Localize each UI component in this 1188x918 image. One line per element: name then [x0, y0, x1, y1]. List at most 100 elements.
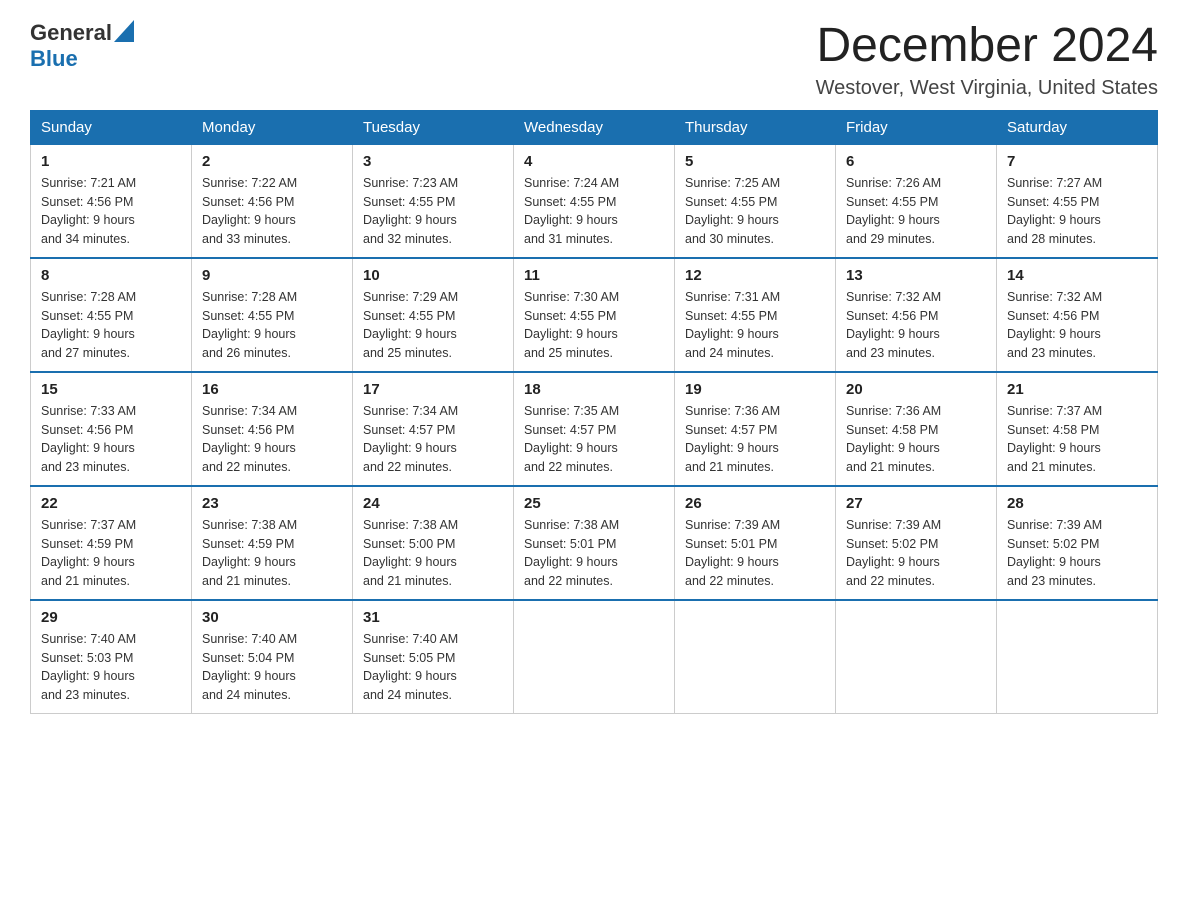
day-info-29: Sunrise: 7:40 AMSunset: 5:03 PMDaylight:…: [41, 630, 181, 705]
day-cell-17: 17 Sunrise: 7:34 AMSunset: 4:57 PMDayligh…: [353, 372, 514, 486]
day-number-2: 2: [202, 153, 342, 170]
day-number-1: 1: [41, 153, 181, 170]
day-cell-8: 8 Sunrise: 7:28 AMSunset: 4:55 PMDaylight…: [31, 258, 192, 372]
day-cell-3: 3Sunrise: 7:23 AMSunset: 4:55 PMDaylight…: [353, 144, 514, 258]
day-number-28: 28: [1007, 495, 1147, 512]
day-number-7: 7: [1007, 153, 1147, 170]
empty-cell: [997, 600, 1158, 714]
day-info-22: Sunrise: 7:37 AMSunset: 4:59 PMDaylight:…: [41, 516, 181, 591]
day-info-31: Sunrise: 7:40 AMSunset: 5:05 PMDaylight:…: [363, 630, 503, 705]
header-monday: Monday: [192, 110, 353, 144]
day-info-25: Sunrise: 7:38 AMSunset: 5:01 PMDaylight:…: [524, 516, 664, 591]
day-number-16: 16: [202, 381, 342, 398]
day-info-16: Sunrise: 7:34 AMSunset: 4:56 PMDaylight:…: [202, 402, 342, 477]
day-info-18: Sunrise: 7:35 AMSunset: 4:57 PMDaylight:…: [524, 402, 664, 477]
day-number-12: 12: [685, 267, 825, 284]
day-info-10: Sunrise: 7:29 AMSunset: 4:55 PMDaylight:…: [363, 288, 503, 363]
day-info-15: Sunrise: 7:33 AMSunset: 4:56 PMDaylight:…: [41, 402, 181, 477]
day-cell-27: 27 Sunrise: 7:39 AMSunset: 5:02 PMDayligh…: [836, 486, 997, 600]
day-cell-30: 30 Sunrise: 7:40 AMSunset: 5:04 PMDayligh…: [192, 600, 353, 714]
day-cell-5: 5Sunrise: 7:25 AMSunset: 4:55 PMDaylight…: [675, 144, 836, 258]
day-cell-28: 28 Sunrise: 7:39 AMSunset: 5:02 PMDayligh…: [997, 486, 1158, 600]
day-info-23: Sunrise: 7:38 AMSunset: 4:59 PMDaylight:…: [202, 516, 342, 591]
logo: General Blue: [30, 20, 134, 70]
day-number-6: 6: [846, 153, 986, 170]
header-friday: Friday: [836, 110, 997, 144]
logo-blue-text: Blue: [30, 48, 78, 70]
day-number-21: 21: [1007, 381, 1147, 398]
day-cell-7: 7 Sunrise: 7:27 AMSunset: 4:55 PMDaylight…: [997, 144, 1158, 258]
week-row-3: 15 Sunrise: 7:33 AMSunset: 4:56 PMDayligh…: [31, 372, 1158, 486]
day-cell-6: 6 Sunrise: 7:26 AMSunset: 4:55 PMDaylight…: [836, 144, 997, 258]
empty-cell: [514, 600, 675, 714]
day-info-17: Sunrise: 7:34 AMSunset: 4:57 PMDaylight:…: [363, 402, 503, 477]
day-cell-21: 21 Sunrise: 7:37 AMSunset: 4:58 PMDayligh…: [997, 372, 1158, 486]
day-number-11: 11: [524, 267, 664, 284]
day-info-8: Sunrise: 7:28 AMSunset: 4:55 PMDaylight:…: [41, 288, 181, 363]
day-number-25: 25: [524, 495, 664, 512]
logo-triangle-icon: [114, 20, 134, 46]
day-cell-26: 26 Sunrise: 7:39 AMSunset: 5:01 PMDayligh…: [675, 486, 836, 600]
day-info-28: Sunrise: 7:39 AMSunset: 5:02 PMDaylight:…: [1007, 516, 1147, 591]
day-info-4: Sunrise: 7:24 AMSunset: 4:55 PMDaylight:…: [524, 174, 664, 249]
day-info-19: Sunrise: 7:36 AMSunset: 4:57 PMDaylight:…: [685, 402, 825, 477]
day-number-8: 8: [41, 267, 181, 284]
day-info-11: Sunrise: 7:30 AMSunset: 4:55 PMDaylight:…: [524, 288, 664, 363]
day-number-10: 10: [363, 267, 503, 284]
calendar-title-section: December 2024 Westover, West Virginia, U…: [816, 20, 1158, 100]
day-cell-9: 9 Sunrise: 7:28 AMSunset: 4:55 PMDaylight…: [192, 258, 353, 372]
day-info-21: Sunrise: 7:37 AMSunset: 4:58 PMDaylight:…: [1007, 402, 1147, 477]
day-info-30: Sunrise: 7:40 AMSunset: 5:04 PMDaylight:…: [202, 630, 342, 705]
day-info-9: Sunrise: 7:28 AMSunset: 4:55 PMDaylight:…: [202, 288, 342, 363]
day-number-24: 24: [363, 495, 503, 512]
day-info-1: Sunrise: 7:21 AMSunset: 4:56 PMDaylight:…: [41, 174, 181, 249]
day-number-18: 18: [524, 381, 664, 398]
day-number-31: 31: [363, 609, 503, 626]
day-number-4: 4: [524, 153, 664, 170]
day-number-30: 30: [202, 609, 342, 626]
day-number-22: 22: [41, 495, 181, 512]
day-cell-11: 11 Sunrise: 7:30 AMSunset: 4:55 PMDayligh…: [514, 258, 675, 372]
day-info-14: Sunrise: 7:32 AMSunset: 4:56 PMDaylight:…: [1007, 288, 1147, 363]
day-cell-1: 1 Sunrise: 7:21 AMSunset: 4:56 PMDaylight…: [31, 144, 192, 258]
empty-cell: [836, 600, 997, 714]
day-info-5: Sunrise: 7:25 AMSunset: 4:55 PMDaylight:…: [685, 174, 825, 249]
day-number-29: 29: [41, 609, 181, 626]
day-info-7: Sunrise: 7:27 AMSunset: 4:55 PMDaylight:…: [1007, 174, 1147, 249]
day-info-26: Sunrise: 7:39 AMSunset: 5:01 PMDaylight:…: [685, 516, 825, 591]
day-info-27: Sunrise: 7:39 AMSunset: 5:02 PMDaylight:…: [846, 516, 986, 591]
day-number-15: 15: [41, 381, 181, 398]
day-number-17: 17: [363, 381, 503, 398]
day-cell-4: 4 Sunrise: 7:24 AMSunset: 4:55 PMDaylight…: [514, 144, 675, 258]
day-cell-31: 31 Sunrise: 7:40 AMSunset: 5:05 PMDayligh…: [353, 600, 514, 714]
day-cell-14: 14 Sunrise: 7:32 AMSunset: 4:56 PMDayligh…: [997, 258, 1158, 372]
day-cell-25: 25 Sunrise: 7:38 AMSunset: 5:01 PMDayligh…: [514, 486, 675, 600]
week-row-5: 29 Sunrise: 7:40 AMSunset: 5:03 PMDayligh…: [31, 600, 1158, 714]
day-cell-10: 10 Sunrise: 7:29 AMSunset: 4:55 PMDayligh…: [353, 258, 514, 372]
day-info-3: Sunrise: 7:23 AMSunset: 4:55 PMDaylight:…: [363, 174, 503, 249]
calendar-table: Sunday Monday Tuesday Wednesday Thursday…: [30, 110, 1158, 714]
day-cell-23: 23Sunrise: 7:38 AMSunset: 4:59 PMDayligh…: [192, 486, 353, 600]
weekday-header-row: Sunday Monday Tuesday Wednesday Thursday…: [31, 110, 1158, 144]
day-number-27: 27: [846, 495, 986, 512]
header-wednesday: Wednesday: [514, 110, 675, 144]
day-cell-15: 15 Sunrise: 7:33 AMSunset: 4:56 PMDayligh…: [31, 372, 192, 486]
day-number-26: 26: [685, 495, 825, 512]
day-cell-16: 16 Sunrise: 7:34 AMSunset: 4:56 PMDayligh…: [192, 372, 353, 486]
day-number-9: 9: [202, 267, 342, 284]
week-row-2: 8 Sunrise: 7:28 AMSunset: 4:55 PMDaylight…: [31, 258, 1158, 372]
header-thursday: Thursday: [675, 110, 836, 144]
day-cell-29: 29 Sunrise: 7:40 AMSunset: 5:03 PMDayligh…: [31, 600, 192, 714]
header-sunday: Sunday: [31, 110, 192, 144]
day-number-20: 20: [846, 381, 986, 398]
header-saturday: Saturday: [997, 110, 1158, 144]
day-number-14: 14: [1007, 267, 1147, 284]
day-cell-22: 22 Sunrise: 7:37 AMSunset: 4:59 PMDayligh…: [31, 486, 192, 600]
header-tuesday: Tuesday: [353, 110, 514, 144]
day-info-6: Sunrise: 7:26 AMSunset: 4:55 PMDaylight:…: [846, 174, 986, 249]
calendar-month-year: December 2024: [816, 20, 1158, 73]
day-cell-24: 24Sunrise: 7:38 AMSunset: 5:00 PMDayligh…: [353, 486, 514, 600]
logo-general-text: General: [30, 22, 112, 44]
day-info-2: Sunrise: 7:22 AMSunset: 4:56 PMDaylight:…: [202, 174, 342, 249]
week-row-4: 22 Sunrise: 7:37 AMSunset: 4:59 PMDayligh…: [31, 486, 1158, 600]
